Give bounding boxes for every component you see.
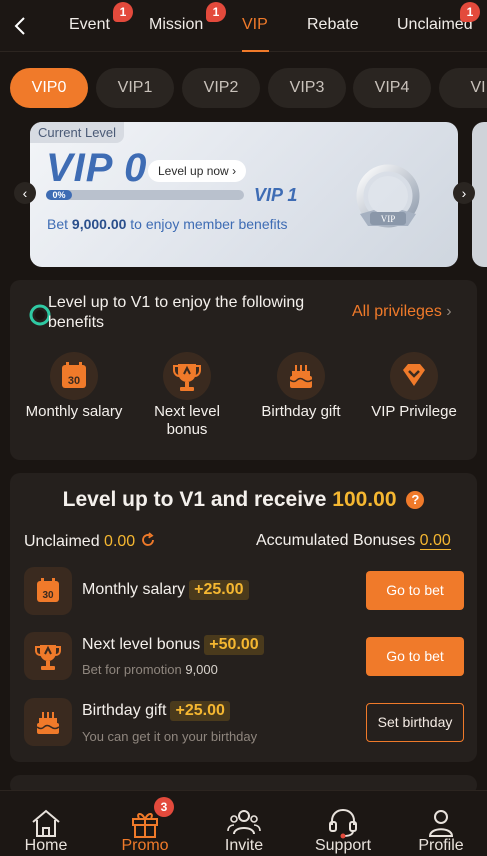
top-navigation: Event 1 Mission 1 VIP Rebate Unclaimed 1	[0, 0, 487, 52]
benefits-title: Level up to V1 to enjoy the following be…	[48, 294, 305, 331]
bet-prefix: Bet	[47, 216, 69, 232]
set-birthday-button[interactable]: Set birthday	[366, 703, 464, 742]
benefit-birthday-gift[interactable]: Birthday gift	[246, 352, 356, 421]
bottom-navigation: Home Promo 3 Invite Support Profile	[0, 790, 487, 856]
all-privileges-label: All privileges	[352, 303, 442, 320]
reward-bonus: +25.00	[189, 580, 249, 600]
unclaimed-value: 0.00	[104, 533, 136, 550]
accumulated-summary: Accumulated Bonuses 0.00	[256, 532, 451, 550]
all-privileges-link[interactable]: All privileges ›	[352, 303, 452, 321]
reward-bonus: +25.00	[170, 701, 230, 721]
nav-promo-badge: 3	[154, 797, 174, 817]
benefit-monthly-salary[interactable]: 30 Monthly salary	[19, 352, 129, 421]
cake-icon	[24, 698, 72, 746]
tab-mission[interactable]: Mission	[149, 16, 203, 34]
go-to-bet-button[interactable]: Go to bet	[366, 637, 464, 676]
benefit-label: Birthday gift	[261, 403, 341, 420]
reward-sub-value: 9,000	[185, 662, 218, 677]
active-tab-indicator	[242, 50, 269, 52]
trophy-icon	[24, 632, 72, 680]
vip-chip-2[interactable]: VIP2	[182, 68, 260, 108]
calendar-icon: 30	[50, 352, 98, 400]
bet-requirement: Bet 9,000.00 to enjoy member benefits	[47, 216, 288, 232]
unclaimed-summary: Unclaimed 0.00	[24, 532, 156, 551]
headset-icon	[329, 808, 357, 839]
vip-chip-5[interactable]: VI	[439, 68, 487, 108]
reward-subtext: Bet for promotion 9,000	[82, 662, 218, 677]
nav-label: Home	[24, 837, 68, 854]
nav-label: Profile	[418, 837, 464, 854]
rewards-title-text: Level up to V1 and receive	[62, 488, 327, 511]
back-arrow-icon[interactable]	[10, 14, 32, 38]
current-vip-level: VIP 0	[46, 146, 148, 190]
reward-birthday-gift: Birthday gift +25.00	[82, 701, 230, 721]
bet-suffix: to enjoy member benefits	[130, 216, 288, 232]
svg-text:30: 30	[42, 590, 54, 601]
chevron-right-icon: ›	[232, 164, 237, 178]
cake-icon	[277, 352, 325, 400]
card-prev-arrow[interactable]: ‹	[14, 182, 36, 204]
vip-chip-1[interactable]: VIP1	[96, 68, 174, 108]
level-progress-bar: 0%	[46, 190, 244, 200]
accumulated-label: Accumulated Bonuses	[256, 532, 416, 549]
unclaimed-label: Unclaimed	[24, 533, 100, 550]
nav-support[interactable]: Support	[303, 807, 383, 855]
nav-promo[interactable]: Promo	[105, 807, 185, 855]
nav-home[interactable]: Home	[6, 807, 86, 855]
diamond-icon	[390, 352, 438, 400]
reward-next-level-bonus: Next level bonus +50.00	[82, 635, 264, 655]
tab-event[interactable]: Event	[69, 16, 110, 34]
vip-medal-icon: VIP	[356, 164, 420, 228]
help-icon[interactable]: ?	[406, 491, 425, 509]
reward-title: Next level bonus	[82, 636, 201, 653]
tab-vip[interactable]: VIP	[242, 16, 268, 34]
benefit-next-level-bonus[interactable]: Next level bonus	[132, 352, 242, 439]
invite-icon	[227, 810, 261, 835]
nav-label: Invite	[224, 837, 264, 854]
go-to-bet-button[interactable]: Go to bet	[366, 571, 464, 610]
chevron-right-icon: ›	[446, 303, 452, 320]
benefit-label: Next level bonus	[154, 403, 220, 438]
current-level-card: Current Level VIP 0 Level up now › 0% VI…	[30, 122, 458, 267]
current-level-label: Current Level	[30, 122, 125, 143]
vip-chip-3[interactable]: VIP3	[268, 68, 346, 108]
vip-chip-0[interactable]: VIP0	[10, 68, 88, 108]
svg-text:30: 30	[68, 375, 80, 387]
vip-chip-4[interactable]: VIP4	[353, 68, 431, 108]
nav-label: Support	[314, 837, 372, 854]
reward-sub-label: Bet for promotion	[82, 662, 182, 677]
reward-title: Birthday gift	[82, 702, 167, 719]
reward-subtext: You can get it on your birthday	[82, 729, 258, 744]
level-up-now-link[interactable]: Level up now ›	[148, 160, 247, 182]
level-up-now-label: Level up now	[158, 164, 229, 178]
nav-profile[interactable]: Profile	[401, 807, 481, 855]
reward-monthly-salary: Monthly salary +25.00	[82, 580, 249, 600]
rewards-title: Level up to V1 and receive 100.00 ?	[0, 488, 487, 512]
accumulated-value[interactable]: 0.00	[419, 532, 451, 550]
nav-invite[interactable]: Invite	[204, 807, 284, 855]
tab-unclaimed-badge: 1	[460, 2, 480, 22]
vip-level-selector: VIP0 VIP1 VIP2 VIP3 VIP4 VI	[0, 66, 487, 110]
rewards-total-amount: 100.00	[332, 488, 397, 511]
nav-label: Promo	[121, 837, 169, 854]
level-progress-fill: 0%	[46, 190, 72, 200]
tab-rebate[interactable]: Rebate	[307, 16, 359, 34]
profile-icon	[428, 810, 454, 837]
home-icon	[32, 809, 60, 837]
reward-bonus: +50.00	[204, 635, 264, 655]
svg-text:VIP: VIP	[381, 214, 396, 224]
bet-amount: 9,000.00	[71, 216, 127, 232]
tab-event-badge: 1	[113, 2, 133, 22]
card-next-arrow[interactable]: ›	[453, 182, 475, 204]
benefit-label: Monthly salary	[25, 403, 123, 420]
calendar-icon: 30	[24, 567, 72, 615]
next-vip-level: VIP 1	[254, 185, 298, 205]
refresh-icon[interactable]	[140, 532, 156, 548]
trophy-icon	[163, 352, 211, 400]
benefit-label: VIP Privilege	[371, 403, 457, 420]
tab-mission-badge: 1	[206, 2, 226, 22]
reward-title: Monthly salary	[82, 581, 186, 598]
benefit-vip-privilege[interactable]: VIP Privilege	[359, 352, 469, 421]
